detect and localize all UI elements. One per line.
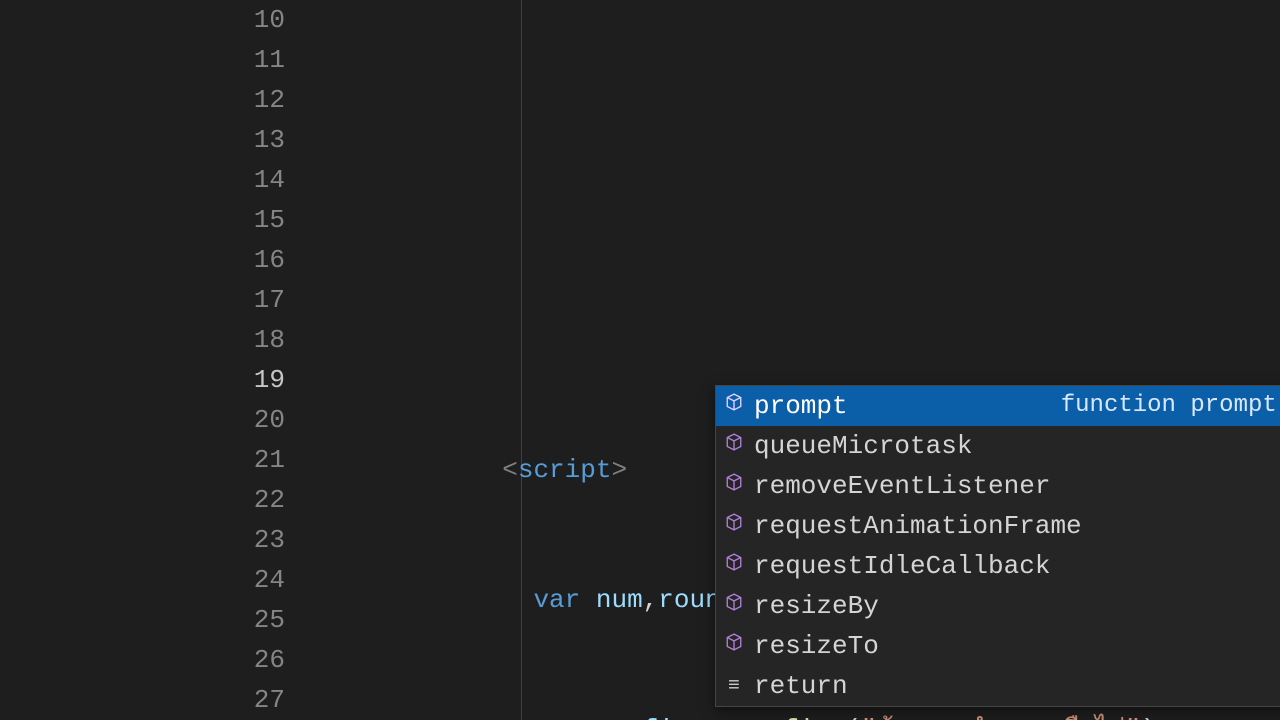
autocomplete-label: requestAnimationFrame — [752, 506, 1082, 546]
autocomplete-item[interactable]: queueMicrotask — [716, 426, 1280, 466]
autocomplete-label: prompt — [752, 386, 848, 426]
method-icon — [716, 586, 752, 626]
keyword-icon: ≡ — [716, 666, 752, 707]
line-number: 22 — [195, 480, 285, 520]
autocomplete-item[interactable]: requestAnimationFrame — [716, 506, 1280, 546]
line-number: 16 — [195, 240, 285, 280]
autocomplete-label: requestIdleCallback — [752, 546, 1050, 586]
method-icon — [716, 426, 752, 466]
autocomplete-label: queueMicrotask — [752, 426, 972, 466]
autocomplete-popup[interactable]: prompt function prompt(message?: st queueM… — [715, 385, 1280, 707]
code-line[interactable]: var confirme=confirm("ต้องการคำนวนหรือไม… — [315, 710, 1280, 720]
line-number: 21 — [195, 440, 285, 480]
autocomplete-label: removeEventListener — [752, 466, 1050, 506]
line-number: 25 — [195, 600, 285, 640]
method-icon — [716, 386, 752, 426]
line-number: 15 — [195, 200, 285, 240]
line-number: 26 — [195, 640, 285, 680]
line-number: 12 — [195, 80, 285, 120]
code-line[interactable] — [315, 220, 1280, 260]
autocomplete-item[interactable]: ≡return — [716, 666, 1280, 706]
line-number: 24 — [195, 560, 285, 600]
autocomplete-item[interactable]: removeEventListener — [716, 466, 1280, 506]
line-number: 13 — [195, 120, 285, 160]
line-number-gutter: 101112131415161718192021222324252627 — [195, 0, 315, 720]
autocomplete-label: resizeTo — [752, 626, 879, 666]
autocomplete-item[interactable]: prompt function prompt(message?: st — [716, 386, 1280, 426]
line-number: 20 — [195, 400, 285, 440]
line-number: 10 — [195, 0, 285, 40]
line-number: 14 — [195, 160, 285, 200]
autocomplete-label: return — [752, 666, 848, 706]
autocomplete-detail: function prompt(message?: st — [1061, 386, 1280, 426]
line-number: 11 — [195, 40, 285, 80]
method-icon — [716, 626, 752, 666]
autocomplete-item[interactable]: resizeTo — [716, 626, 1280, 666]
line-number: 27 — [195, 680, 285, 720]
line-number: 19 — [195, 360, 285, 400]
code-line[interactable] — [315, 320, 1280, 360]
code-editor[interactable]: 101112131415161718192021222324252627 <sc… — [195, 0, 1280, 720]
editor-left-margin — [0, 0, 195, 720]
method-icon — [716, 506, 752, 546]
autocomplete-item[interactable]: requestIdleCallback — [716, 546, 1280, 586]
code-line[interactable] — [315, 120, 1280, 160]
line-number: 18 — [195, 320, 285, 360]
line-number: 17 — [195, 280, 285, 320]
method-icon — [716, 466, 752, 506]
line-number: 23 — [195, 520, 285, 560]
autocomplete-label: resizeBy — [752, 586, 879, 626]
method-icon — [716, 546, 752, 586]
autocomplete-item[interactable]: resizeBy — [716, 586, 1280, 626]
